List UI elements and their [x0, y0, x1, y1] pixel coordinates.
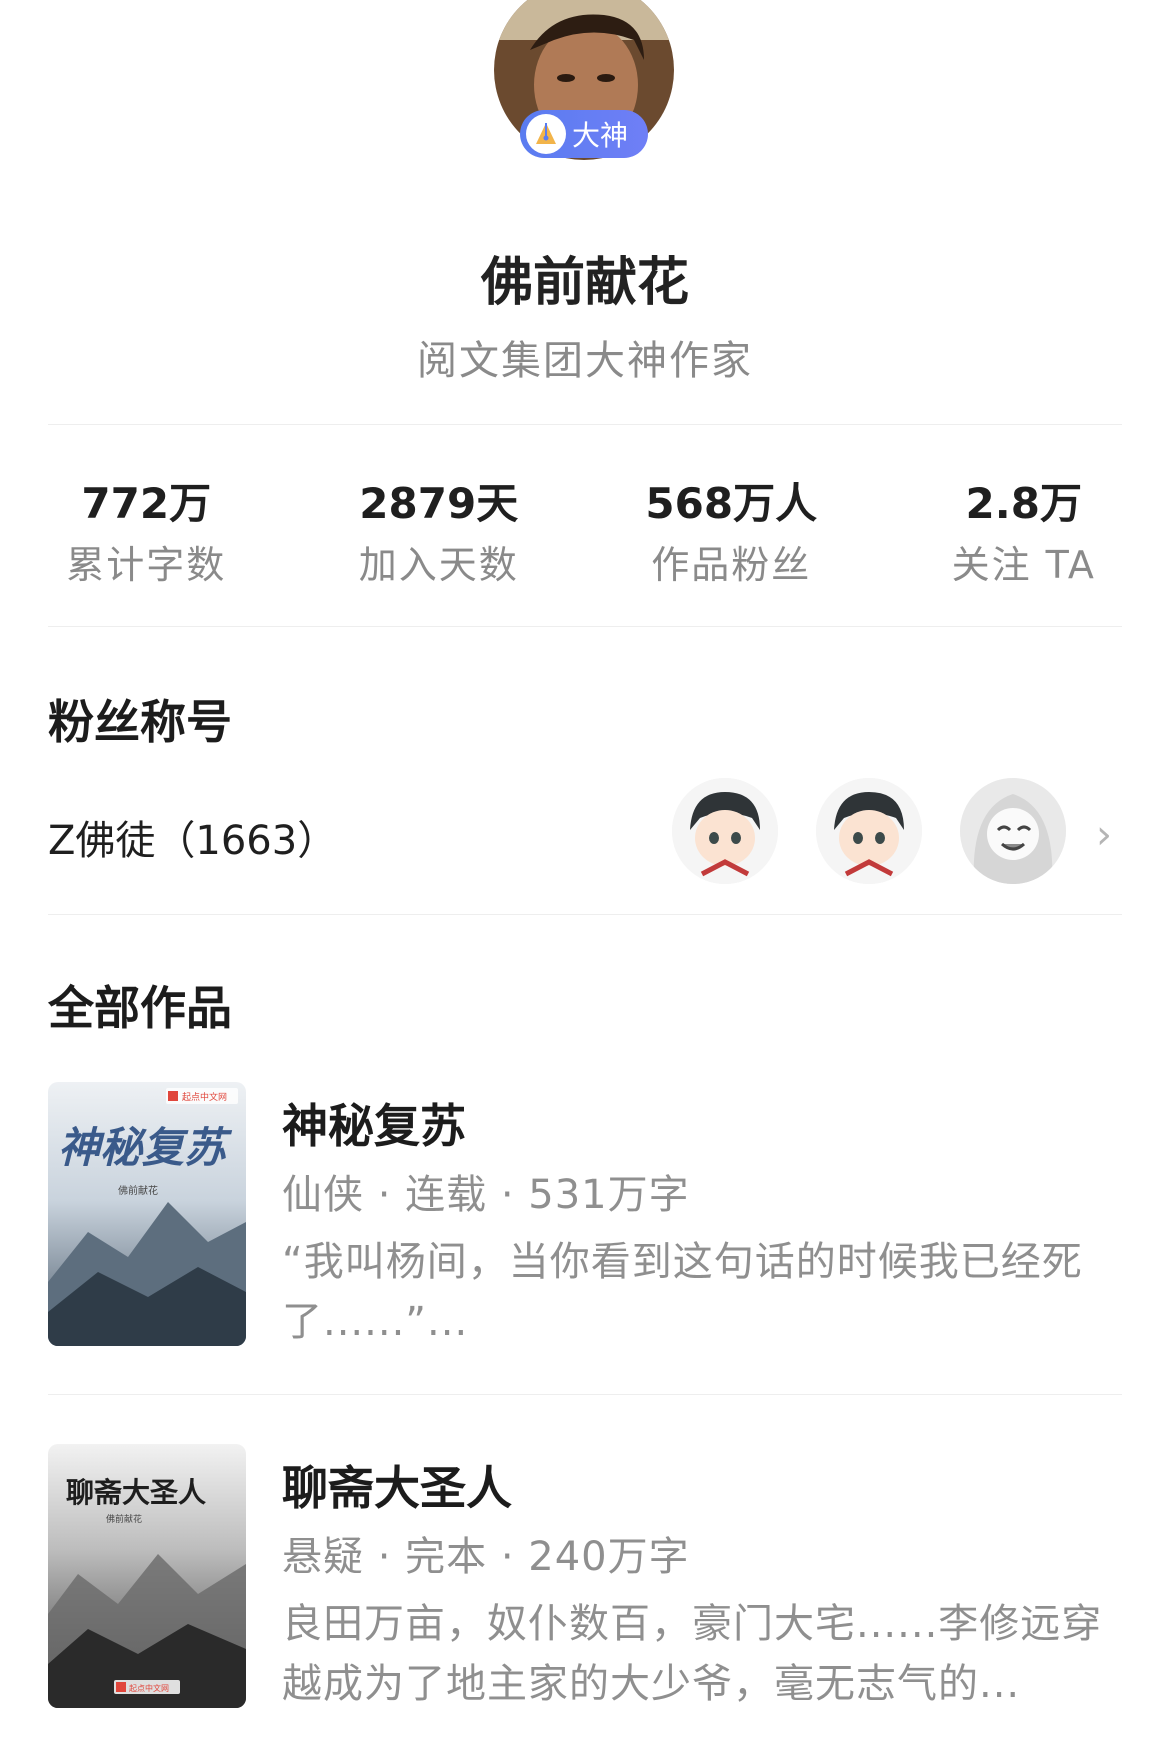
stat-following[interactable]: 2.8万 关注 TA [878, 470, 1170, 589]
stat-value: 568万人 [645, 479, 818, 528]
cover-logo: 起点中文网 [129, 1683, 169, 1693]
book-cover: 聊斋大圣人 佛前献花 起点中文网 [48, 1444, 246, 1708]
fan-title-name: Z佛徒（1663） [48, 818, 338, 864]
divider [48, 1394, 1122, 1395]
fan-avatar [960, 778, 1066, 884]
author-level-badge: 大神 [520, 110, 648, 158]
fan-avatar [816, 778, 922, 884]
stat-days-joined: 2879天 加入天数 [293, 470, 586, 589]
divider [48, 914, 1122, 915]
book-item[interactable]: 聊斋大圣人 佛前献花 起点中文网 聊斋大圣人 悬疑 · 完本 · 240万字 良… [48, 1444, 1122, 1708]
stat-label: 关注 TA [951, 543, 1096, 587]
stat-word-count: 772万 累计字数 [0, 470, 293, 589]
book-title: 神秘复苏 [282, 1099, 466, 1153]
badge-label: 大神 [572, 119, 629, 152]
fan-avatar [672, 778, 778, 884]
author-subtitle: 阅文集团大神作家 [417, 338, 753, 384]
book-meta: 悬疑 · 完本 · 240万字 [282, 1534, 690, 1580]
author-name: 佛前献花 [480, 253, 689, 313]
fan-title-heading: 粉丝称号 [48, 695, 232, 749]
cover-author: 佛前献花 [118, 1184, 158, 1197]
divider [48, 424, 1122, 425]
stat-label: 累计字数 [66, 543, 227, 587]
chevron-right-icon[interactable]: › [1096, 812, 1112, 858]
book-meta: 仙侠 · 连载 · 531万字 [282, 1172, 690, 1218]
pen-icon [526, 114, 566, 154]
cover-author: 佛前献花 [106, 1513, 142, 1525]
book-item[interactable]: 起点中文网 神秘复苏 佛前献花 神秘复苏 仙侠 · 连载 · 531万字 “我叫… [48, 1082, 1122, 1346]
cover-logo: 起点中文网 [182, 1091, 227, 1103]
stats-bar: 772万 累计字数 2879天 加入天数 568万人 作品粉丝 2.8万 关注 … [0, 470, 1170, 589]
divider [48, 626, 1122, 627]
book-description: 良田万亩，奴仆数百，豪门大宅......李修远穿越成为了地主家的大少爷，毫无志气… [282, 1601, 1103, 1707]
cover-title: 聊斋大圣人 [66, 1476, 206, 1509]
stat-value: 2.8万 [965, 479, 1082, 528]
works-heading: 全部作品 [48, 981, 232, 1035]
stat-value: 2879天 [359, 479, 519, 528]
stat-fans[interactable]: 568万人 作品粉丝 [585, 470, 878, 589]
book-cover: 起点中文网 神秘复苏 佛前献花 [48, 1082, 246, 1346]
cover-title: 神秘复苏 [58, 1123, 233, 1172]
stat-label: 作品粉丝 [651, 543, 812, 587]
book-description: “我叫杨间，当你看到这句话的时候我已经死了......”... [282, 1239, 1083, 1345]
stat-value: 772万 [81, 479, 212, 528]
stat-label: 加入天数 [358, 543, 519, 587]
book-title: 聊斋大圣人 [282, 1461, 512, 1515]
